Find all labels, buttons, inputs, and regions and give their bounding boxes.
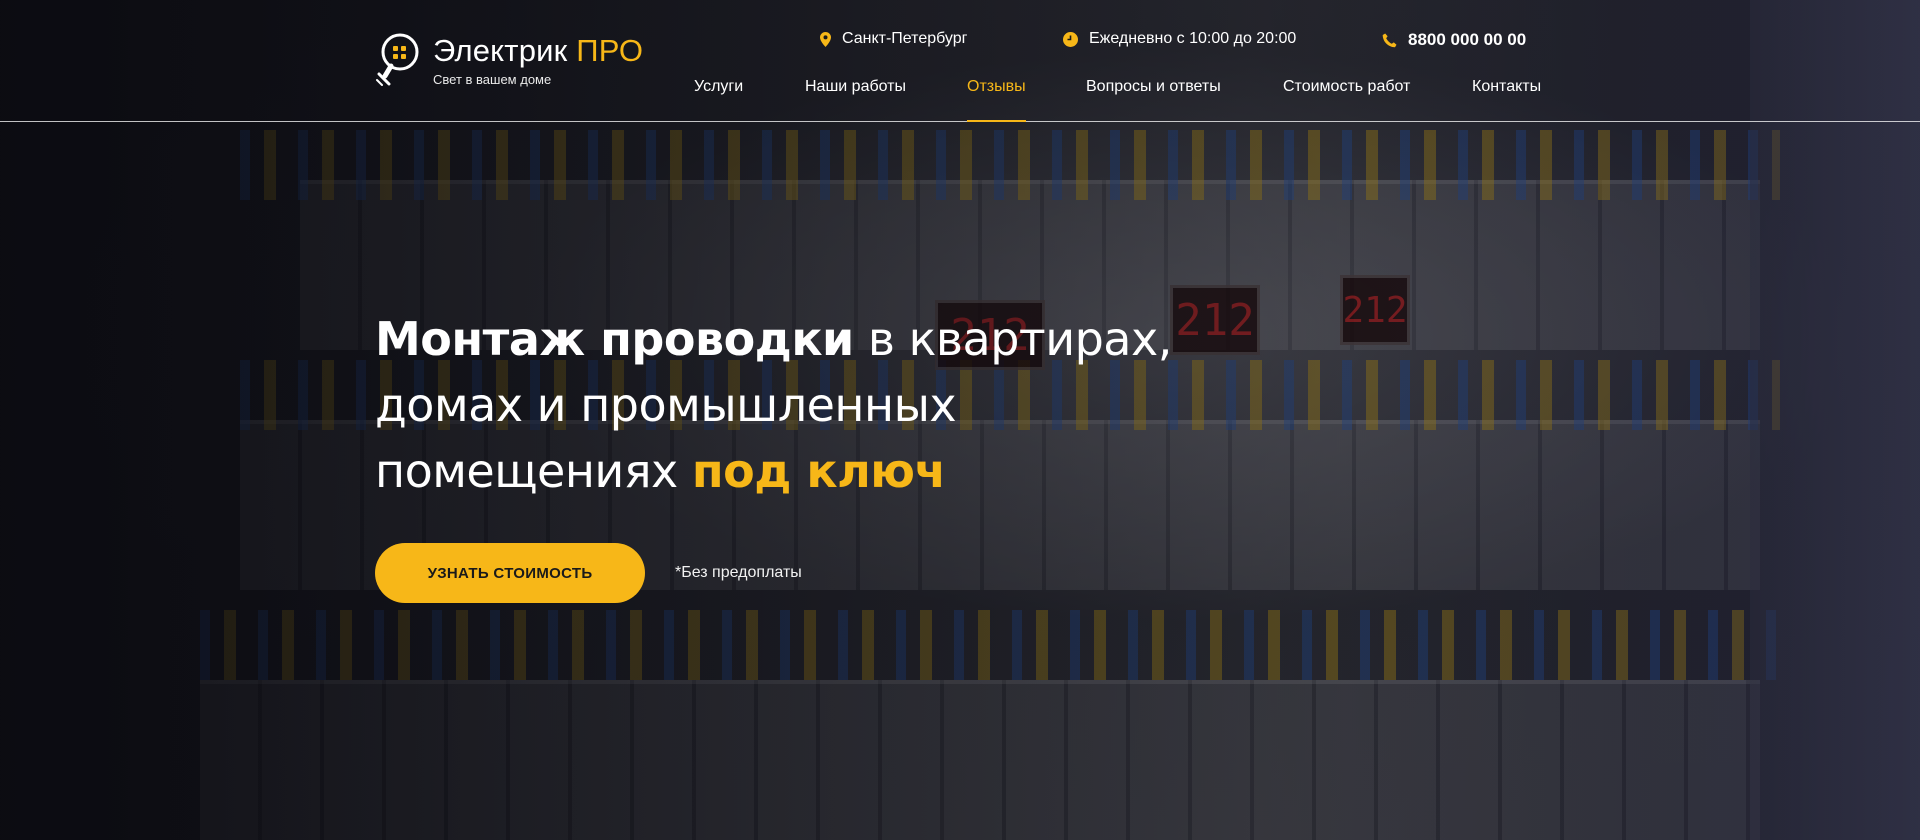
phone-number: 8800 000 00 00 xyxy=(1408,30,1527,49)
site-header: Электрик ПРО Свет в вашем доме Санкт-Пет… xyxy=(0,0,1920,122)
city-info: Санкт-Петербург xyxy=(820,30,967,48)
nav-item-contacts[interactable]: Контакты xyxy=(1472,78,1541,96)
hero-title: Монтаж проводки в квартирах, домах и про… xyxy=(375,306,1275,504)
brand-tagline: Свет в вашем доме xyxy=(433,72,552,87)
nav-item-services[interactable]: Услуги xyxy=(694,78,743,96)
nav-item-our-works[interactable]: Наши работы xyxy=(805,78,906,96)
hero-title-line2: домах и промышленных xyxy=(375,378,957,432)
location-pin-icon xyxy=(820,31,831,47)
brand-name: Электрик ПРО xyxy=(433,33,644,68)
hero-section: Монтаж проводки в квартирах, домах и про… xyxy=(375,306,1275,504)
cta-row: УЗНАТЬ СТОИМОСТЬ *Без предоплаты xyxy=(375,543,802,603)
nav-active-indicator xyxy=(967,120,1026,122)
phone-link[interactable]: 8800 000 00 00 xyxy=(1382,30,1526,50)
brand-name-accent: ПРО xyxy=(576,33,644,68)
city-label: Санкт-Петербург xyxy=(842,30,968,47)
hours-info: Ежедневно с 10:00 до 20:00 xyxy=(1063,30,1296,48)
nav-item-faq[interactable]: Вопросы и ответы xyxy=(1086,78,1221,96)
phone-icon xyxy=(1382,33,1397,47)
get-price-button[interactable]: УЗНАТЬ СТОИМОСТЬ xyxy=(375,543,645,603)
nav-item-reviews[interactable]: Отзывы xyxy=(967,78,1026,96)
hero-title-line3: помещениях xyxy=(375,444,692,498)
hero-title-accent: под ключ xyxy=(691,444,946,498)
logo[interactable]: Электрик ПРО Свет в вашем доме xyxy=(375,32,643,88)
lightbulb-plug-icon xyxy=(376,33,419,86)
hours-label: Ежедневно с 10:00 до 20:00 xyxy=(1089,30,1297,47)
clock-icon xyxy=(1063,31,1078,47)
hero-title-strong: Монтаж проводки xyxy=(375,312,854,366)
no-prepayment-note: *Без предоплаты xyxy=(675,564,802,581)
nav-item-pricing[interactable]: Стоимость работ xyxy=(1283,78,1410,96)
hero-title-line1: в квартирах, xyxy=(853,312,1172,366)
